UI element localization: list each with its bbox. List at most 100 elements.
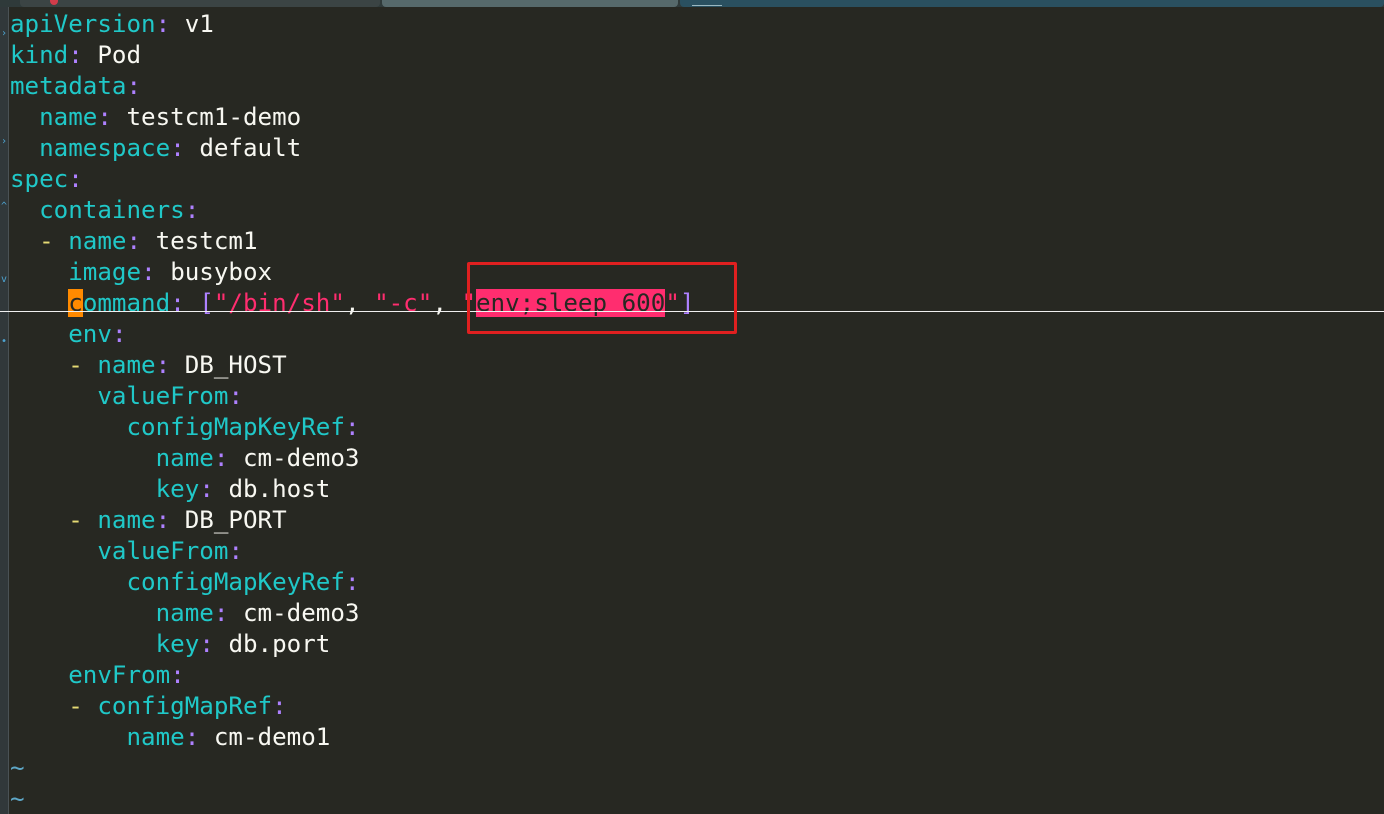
code-line[interactable]: name: testcm1-demo <box>10 102 1384 133</box>
tab-decoration <box>692 0 722 6</box>
code-line[interactable]: valueFrom: <box>10 536 1384 567</box>
yaml-value: testcm1 <box>155 227 258 255</box>
code-line[interactable]: - name: testcm1 <box>10 226 1384 257</box>
code-line[interactable]: name: cm-demo3 <box>10 443 1384 474</box>
yaml-colon: : <box>213 599 229 627</box>
code-line[interactable]: kind: Pod <box>10 40 1384 71</box>
yaml-value: default <box>199 134 302 162</box>
yaml-key: key <box>155 475 200 503</box>
code-line[interactable]: configMapKeyRef: <box>10 412 1384 443</box>
code-line[interactable]: name: cm-demo3 <box>10 598 1384 629</box>
yaml-separator: , <box>432 289 462 317</box>
yaml-value: v1 <box>184 10 214 38</box>
yaml-value: busybox <box>170 258 273 286</box>
yaml-key: apiVersion <box>10 10 156 38</box>
yaml-list-dash: - <box>68 351 98 379</box>
yaml-key: name <box>126 723 185 751</box>
code-line[interactable]: spec: <box>10 164 1384 195</box>
tab-status-dot <box>50 0 58 5</box>
yaml-colon: : <box>170 289 185 317</box>
yaml-colon: : <box>141 258 156 286</box>
yaml-colon: : <box>68 165 83 193</box>
empty-line: ~ <box>10 753 1384 784</box>
yaml-key: spec <box>10 165 69 193</box>
yaml-value: db.port <box>228 630 331 658</box>
yaml-key: valueFrom <box>97 537 229 565</box>
code-line[interactable]: configMapKeyRef: <box>10 567 1384 598</box>
window-tab-strip <box>0 0 1384 7</box>
yaml-value: cm-demo3 <box>243 599 360 627</box>
yaml-key: ommand <box>82 289 171 317</box>
yaml-colon: : <box>184 196 200 224</box>
yaml-list-dash: - <box>39 227 69 255</box>
yaml-list-dash: - <box>68 692 98 720</box>
yaml-list-dash: - <box>68 506 98 534</box>
yaml-colon: : <box>272 692 287 720</box>
code-line[interactable]: namespace: default <box>10 133 1384 164</box>
yaml-colon: : <box>126 227 142 255</box>
code-line[interactable]: key: db.host <box>10 474 1384 505</box>
empty-line: ~ <box>10 784 1384 814</box>
gutter-caret-icon: v <box>0 274 8 285</box>
yaml-key: name <box>39 103 98 131</box>
yaml-colon: : <box>155 10 171 38</box>
yaml-key: key <box>155 630 200 658</box>
window-tab[interactable] <box>20 0 380 7</box>
gutter-marker-icon: • <box>0 336 8 347</box>
empty-line-marker: ~ <box>10 785 25 813</box>
yaml-key: name <box>155 444 214 472</box>
code-line[interactable]: - name: DB_PORT <box>10 505 1384 536</box>
code-line[interactable]: valueFrom: <box>10 381 1384 412</box>
gutter-caret-icon: › <box>0 136 8 147</box>
yaml-key: configMapKeyRef <box>126 568 345 596</box>
yaml-colon: : <box>97 103 112 131</box>
yaml-colon: : <box>228 537 243 565</box>
yaml-colon: : <box>155 506 171 534</box>
yaml-colon: : <box>170 661 185 689</box>
window-tab[interactable] <box>382 0 678 7</box>
yaml-colon: : <box>111 320 127 348</box>
window-tab[interactable] <box>680 0 1384 7</box>
code-line[interactable]: envFrom: <box>10 660 1384 691</box>
yaml-editor[interactable]: apiVersion: v1 kind: Pod metadata: name: t… <box>10 9 1384 814</box>
yaml-colon: : <box>213 444 229 472</box>
yaml-key: configMapKeyRef <box>126 413 345 441</box>
highlight-annotation-box <box>467 262 737 334</box>
yaml-colon: : <box>344 413 360 441</box>
yaml-value: DB_HOST <box>184 351 287 379</box>
code-line[interactable]: - name: DB_HOST <box>10 350 1384 381</box>
code-line[interactable]: containers: <box>10 195 1384 226</box>
code-line[interactable]: name: cm-demo1 <box>10 722 1384 753</box>
code-line[interactable]: apiVersion: v1 <box>10 9 1384 40</box>
yaml-key: valueFrom <box>97 382 229 410</box>
yaml-colon: : <box>199 475 214 503</box>
yaml-key: image <box>68 258 142 286</box>
yaml-key: name <box>97 506 156 534</box>
yaml-colon: : <box>170 134 185 162</box>
yaml-key: name <box>68 227 127 255</box>
code-line[interactable]: metadata: <box>10 71 1384 102</box>
yaml-value: cm-demo3 <box>243 444 360 472</box>
yaml-colon: : <box>199 630 214 658</box>
yaml-key: containers <box>39 196 185 224</box>
yaml-value: Pod <box>97 41 142 69</box>
code-line[interactable]: key: db.port <box>10 629 1384 660</box>
yaml-string: "/bin/sh" <box>213 289 345 317</box>
code-line[interactable]: - configMapRef: <box>10 691 1384 722</box>
yaml-key: kind <box>10 41 69 69</box>
yaml-colon: : <box>228 382 243 410</box>
gutter-caret-icon: ^ <box>0 201 8 212</box>
yaml-value: DB_PORT <box>184 506 287 534</box>
